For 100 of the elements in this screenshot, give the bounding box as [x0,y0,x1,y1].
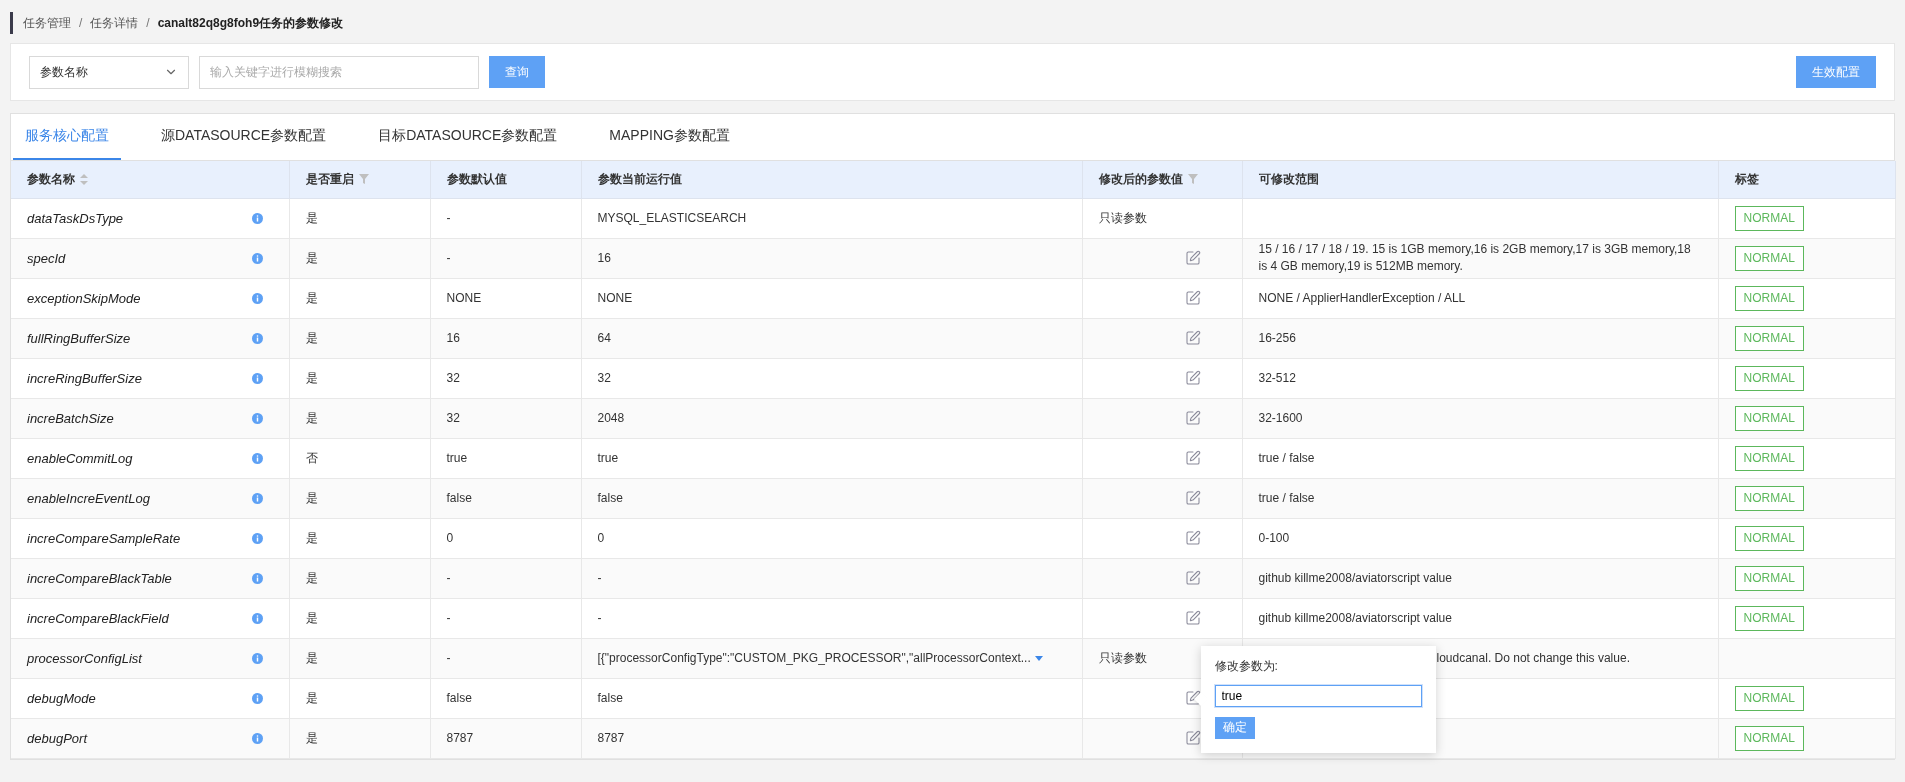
search-field[interactable]: 输入关键字进行模糊搜索 [199,55,479,89]
table-cell: false [430,678,581,718]
param-name: dataTaskDsType [27,209,124,227]
edit-icon[interactable] [1184,690,1201,706]
table-cell-text: [{"processorConfigType":"CUSTOM_PKG_PROCESSOR","allProcessorContext... [597,649,1031,667]
param-name: specId [27,249,66,267]
tag: NORMAL [1734,405,1804,431]
info-icon[interactable] [251,452,263,464]
tab[interactable]: 目标DATASOURCE参数配置 [366,114,570,160]
table-cell: 是 [289,638,430,678]
range-text: 16-256 [1258,330,1296,345]
table-cell: - [430,198,581,238]
info-icon[interactable] [251,732,263,744]
table-cell-text: 16 [597,250,611,265]
info-icon[interactable] [251,292,263,304]
param-name: increCompareSampleRate [27,529,181,547]
column-header: 可修改范围 [1258,170,1319,188]
info-icon[interactable] [251,412,263,424]
column-header: 参数当前运行值 [597,170,682,188]
table-cell: - [430,598,581,638]
range-text: github killme2008/aviatorscript value [1258,570,1452,585]
edit-icon[interactable] [1184,530,1201,546]
param-name: debugMode [27,689,96,707]
edit-icon[interactable] [1184,610,1201,626]
table-cell: false [430,478,581,518]
tag: NORMAL [1734,565,1804,591]
table-cell-text: 8787 [597,730,625,745]
table-cell: - [430,238,581,278]
column-header: 修改后的参数值 [1098,170,1183,188]
tag: NORMAL [1734,285,1804,311]
info-icon[interactable] [251,692,263,704]
table-cell: 是 [289,398,430,438]
range-text: github killme2008/aviatorscript value [1258,610,1452,625]
table-cell-text: MYSQL_ELASTICSEARCH [597,210,747,225]
range-text: true / false [1258,450,1315,465]
edit-icon[interactable] [1184,490,1201,506]
column-header: 参数名称 [27,170,75,188]
table-cell-text: false [597,490,623,505]
table-cell: 只读参数 [1082,198,1242,238]
edit-icon[interactable] [1184,330,1201,346]
tag: NORMAL [1734,605,1804,631]
table-cell: 32 [430,398,581,438]
range-text: NONE / ApplierHandlerException / ALL [1258,290,1466,305]
column-header: 标签 [1734,170,1759,188]
table-cell: 是 [289,278,430,318]
table-cell: 是 [289,358,430,398]
info-icon[interactable] [251,492,263,504]
table-cell: 是 [289,238,430,278]
edit-icon[interactable] [1184,450,1201,466]
table-cell: 16 [430,318,581,358]
info-icon[interactable] [251,252,263,264]
info-icon[interactable] [251,612,263,624]
table-cell: 是 [289,478,430,518]
field-select[interactable]: 参数名称 [29,55,189,89]
sort-icon[interactable] [80,173,88,185]
edit-icon[interactable] [1184,250,1201,266]
table-cell: true [430,438,581,478]
param-name: increCompareBlackTable [27,569,172,587]
tag: NORMAL [1734,365,1804,391]
range-text: loudcanal. Do not change this value. [1436,650,1630,665]
info-icon[interactable] [251,212,263,224]
info-icon[interactable] [251,652,263,664]
breadcrumb-separator: / [79,16,83,30]
table-cell-text: true [597,450,619,465]
breadcrumb-item[interactable]: 任务详情 [90,14,139,32]
filter-icon[interactable] [358,174,369,185]
param-name: processorConfigList [27,649,142,667]
table-cell: 8787 [430,718,581,758]
table-cell: 是 [289,558,430,598]
edit-icon[interactable] [1184,290,1201,306]
table-cell: 是 [289,678,430,718]
info-icon[interactable] [251,332,263,344]
table-cell: 是 [289,198,430,238]
tab[interactable]: 源DATASOURCE参数配置 [149,114,339,160]
caret-icon[interactable] [1034,655,1043,661]
value-input[interactable]: true [1214,684,1422,707]
info-icon[interactable] [251,372,263,384]
range-text: 0-100 [1258,530,1290,545]
table-cell-text: 64 [597,330,611,345]
breadcrumb-item[interactable]: 任务管理 [23,14,71,32]
param-name: debugPort [27,729,87,747]
column-header: 是否重启 [305,170,354,188]
table-cell: 0 [430,518,581,558]
param-name: increRingBufferSize [27,369,142,387]
range-text: 15 / 16 / 17 / 18 / 19. 15 is 1GB memory,16 is 2GB memory,17 is 3GB memory,18 is 4 GB memory,19 is 512MB memory. [1258,242,1691,273]
edit-icon[interactable] [1184,730,1201,746]
edit-icon[interactable] [1184,570,1201,586]
tag: NORMAL [1734,685,1804,711]
info-icon[interactable] [251,532,263,544]
table-cell: 是 [289,518,430,558]
table-cell-text: - [597,610,602,625]
edit-icon[interactable] [1184,410,1201,426]
table-cell-text: NONE [597,290,633,305]
tab[interactable]: MAPPING参数配置 [597,114,742,160]
column-header: 参数默认值 [446,170,507,188]
table-cell: NONE [430,278,581,318]
filter-icon[interactable] [1187,174,1198,185]
info-icon[interactable] [251,572,263,584]
edit-icon[interactable] [1184,370,1201,386]
range-text: true / false [1258,490,1315,505]
